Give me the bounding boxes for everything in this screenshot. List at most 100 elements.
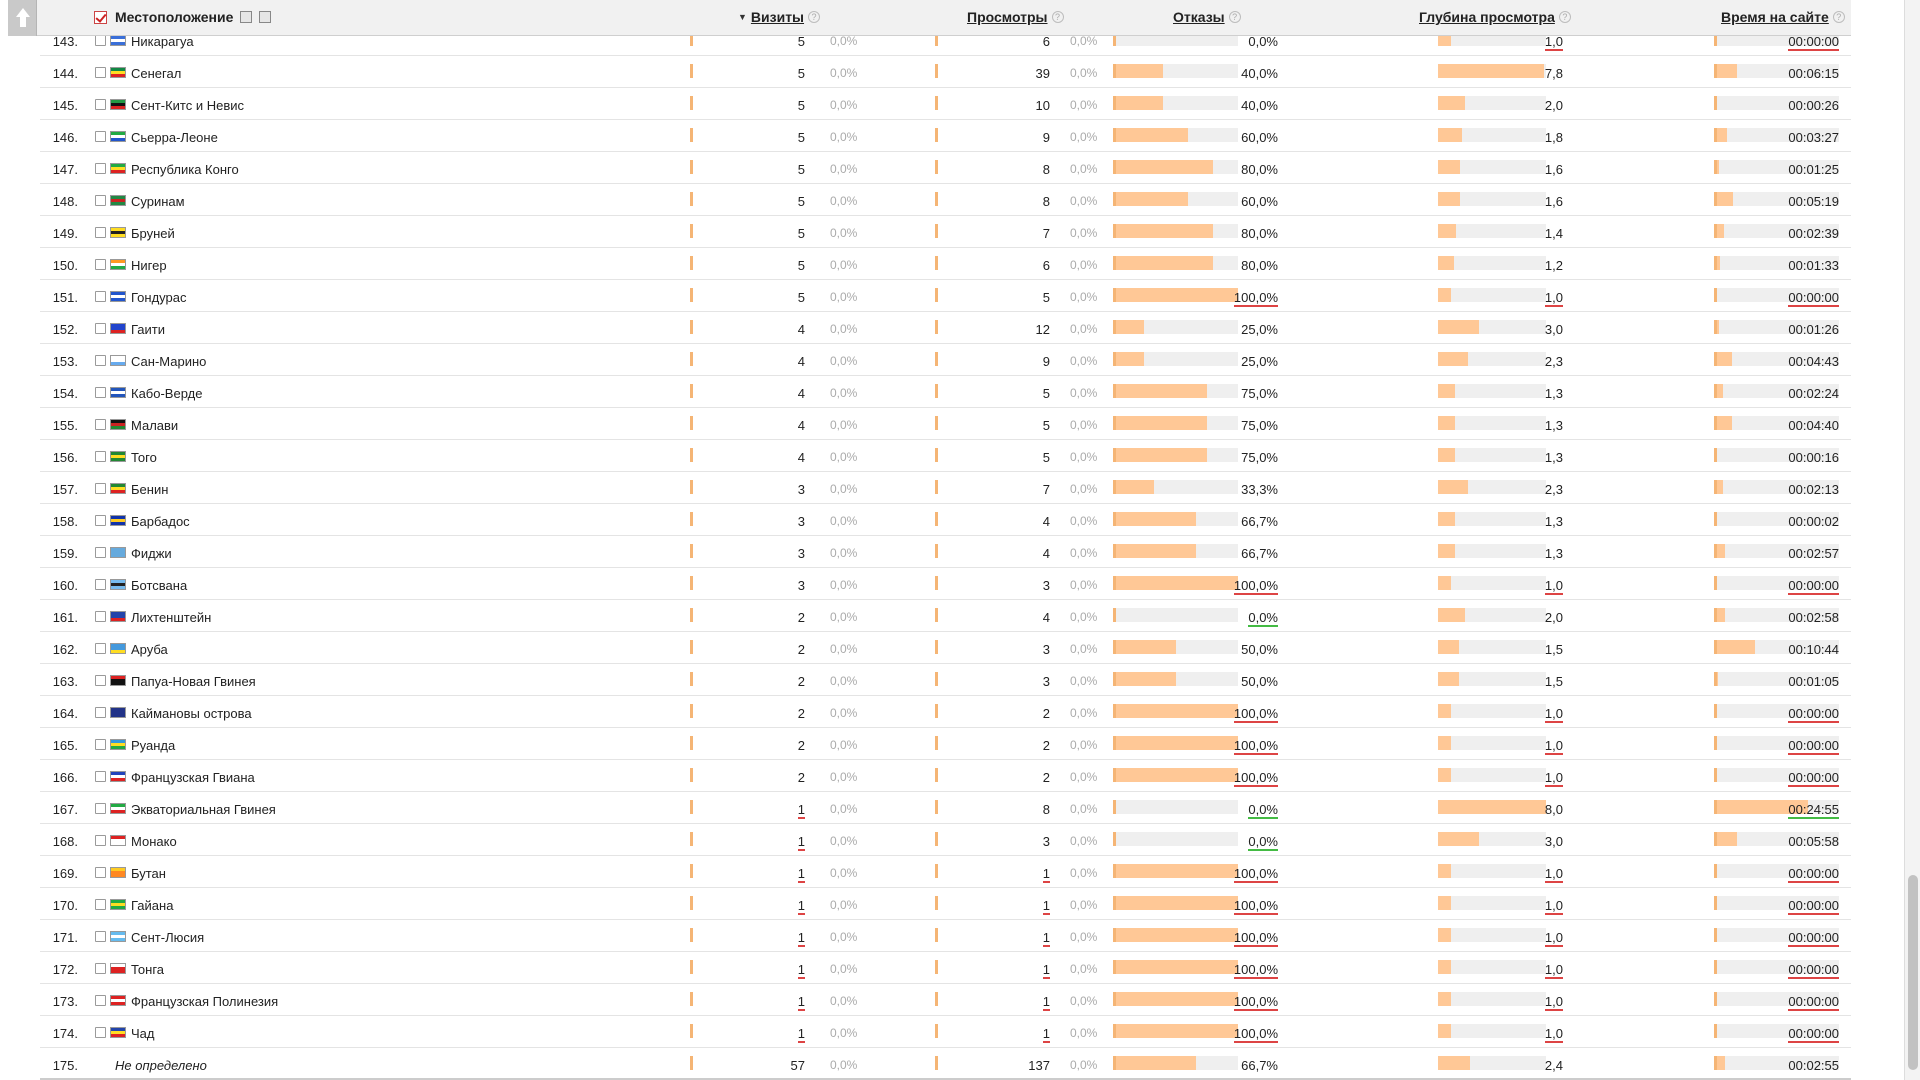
location-name[interactable]: Фиджи (131, 546, 172, 561)
table-row[interactable]: 167. Экваториальная Гвинея 1 0,0% 8 0,0% 0,0% 8… (40, 792, 1851, 824)
sort-depth-link[interactable]: Глубина просмотра (1419, 9, 1555, 25)
table-row[interactable]: 147. Республика Конго 5 0,0% 8 0,0% 80,0% 1,6 00… (40, 152, 1851, 184)
row-checkbox[interactable] (95, 35, 106, 46)
table-row[interactable]: 149. Бруней 5 0,0% 7 0,0% 80,0% 1,4 00:02:39 (40, 216, 1851, 248)
row-checkbox[interactable] (95, 515, 106, 526)
table-row[interactable]: 144. Сенегал 5 0,0% 39 0,0% 40,0% 7,8 00:06:15 (40, 56, 1851, 88)
row-checkbox[interactable] (95, 451, 106, 462)
location-name[interactable]: Республика Конго (131, 162, 239, 177)
location-name[interactable]: Барбадос (131, 514, 190, 529)
location-name[interactable]: Аруба (131, 642, 168, 657)
table-row[interactable]: 175. Не определено 57 0,0% 137 0,0% 66,7% 2,4 00… (40, 1048, 1851, 1080)
location-name[interactable]: Суринам (131, 194, 185, 209)
table-row[interactable]: 160. Ботсвана 3 0,0% 3 0,0% 100,0% 1,0 00:00:00 (40, 568, 1851, 600)
location-name[interactable]: Того (131, 450, 157, 465)
location-name[interactable]: Гондурас (131, 290, 186, 305)
table-row[interactable]: 170. Гайана 1 0,0% 1 0,0% 100,0% 1,0 00:00:00 (40, 888, 1851, 920)
list-icon[interactable] (259, 11, 272, 23)
location-name[interactable]: Малави (131, 418, 178, 433)
row-checkbox[interactable] (95, 707, 106, 718)
location-name[interactable]: Бенин (131, 482, 168, 497)
location-name[interactable]: Лихтенштейн (131, 610, 211, 625)
table-row[interactable]: 169. Бутан 1 0,0% 1 0,0% 100,0% 1,0 00:00:00 (40, 856, 1851, 888)
table-row[interactable]: 146. Сьерра-Леоне 5 0,0% 9 0,0% 60,0% 1,8 00:03:… (40, 120, 1851, 152)
row-checkbox[interactable] (95, 1027, 106, 1038)
sort-time-link[interactable]: Время на сайте (1721, 9, 1829, 25)
vertical-scrollbar[interactable] (1904, 0, 1920, 1080)
group-icon[interactable] (240, 11, 253, 23)
row-checkbox[interactable] (95, 483, 106, 494)
row-checkbox[interactable] (95, 195, 106, 206)
location-name[interactable]: Руанда (131, 738, 175, 753)
row-checkbox[interactable] (95, 675, 106, 686)
row-checkbox[interactable] (95, 643, 106, 654)
location-name[interactable]: Нигер (131, 258, 167, 273)
help-visits-icon[interactable]: ? (808, 11, 821, 23)
location-name[interactable]: Французская Полинезия (131, 994, 278, 1009)
sort-bounce-link[interactable]: Отказы (1173, 9, 1225, 25)
table-row[interactable]: 153. Сан-Марино 4 0,0% 9 0,0% 25,0% 2,3 00:04:43 (40, 344, 1851, 376)
location-name[interactable]: Сент-Люсия (131, 930, 204, 945)
location-name[interactable]: Гаити (131, 322, 165, 337)
location-name[interactable]: Не определено (115, 1058, 207, 1073)
location-name[interactable]: Чад (131, 1026, 154, 1041)
table-row[interactable]: 172. Тонга 1 0,0% 1 0,0% 100,0% 1,0 00:00:00 (40, 952, 1851, 984)
row-checkbox[interactable] (95, 547, 106, 558)
location-name[interactable]: Бруней (131, 226, 175, 241)
row-checkbox[interactable] (95, 803, 106, 814)
scroll-to-top-button[interactable] (8, 0, 37, 36)
location-name[interactable]: Французская Гвиана (131, 770, 255, 785)
table-row[interactable]: 157. Бенин 3 0,0% 7 0,0% 33,3% 2,3 00:02:13 (40, 472, 1851, 504)
row-checkbox[interactable] (95, 227, 106, 238)
table-row[interactable]: 165. Руанда 2 0,0% 2 0,0% 100,0% 1,0 00:00:00 (40, 728, 1851, 760)
table-row[interactable]: 150. Нигер 5 0,0% 6 0,0% 80,0% 1,2 00:01:33 (40, 248, 1851, 280)
table-row[interactable]: 151. Гондурас 5 0,0% 5 0,0% 100,0% 1,0 00:00:00 (40, 280, 1851, 312)
table-row[interactable]: 162. Аруба 2 0,0% 3 0,0% 50,0% 1,5 00:10:44 (40, 632, 1851, 664)
row-checkbox[interactable] (95, 899, 106, 910)
row-checkbox[interactable] (95, 771, 106, 782)
row-checkbox[interactable] (95, 931, 106, 942)
row-checkbox[interactable] (95, 163, 106, 174)
row-checkbox[interactable] (95, 995, 106, 1006)
location-name[interactable]: Никарагуа (131, 34, 194, 49)
help-views-icon[interactable]: ? (1051, 11, 1064, 23)
scrollbar-thumb[interactable] (1908, 875, 1918, 1070)
row-checkbox[interactable] (95, 259, 106, 270)
location-name[interactable]: Сьерра-Леоне (131, 130, 218, 145)
sort-visits-link[interactable]: Визиты (751, 9, 804, 25)
help-bounce-icon[interactable]: ? (1228, 11, 1241, 23)
row-checkbox[interactable] (95, 323, 106, 334)
table-row[interactable]: 155. Малави 4 0,0% 5 0,0% 75,0% 1,3 00:04:40 (40, 408, 1851, 440)
table-row[interactable]: 145. Сент-Китс и Невис 5 0,0% 10 0,0% 40,0% 2,0… (40, 88, 1851, 120)
help-time-icon[interactable]: ? (1832, 11, 1845, 23)
table-row[interactable]: 173. Французская Полинезия 1 0,0% 1 0,0% 100,0… (40, 984, 1851, 1016)
table-row[interactable]: 152. Гаити 4 0,0% 12 0,0% 25,0% 3,0 00:01:26 (40, 312, 1851, 344)
row-checkbox[interactable] (95, 99, 106, 110)
location-name[interactable]: Сенегал (131, 66, 181, 81)
location-name[interactable]: Папуа-Новая Гвинея (131, 674, 256, 689)
table-row[interactable]: 163. Папуа-Новая Гвинея 2 0,0% 3 0,0% 50,0% 1,5… (40, 664, 1851, 696)
help-depth-icon[interactable]: ? (1558, 11, 1571, 23)
table-row[interactable]: 164. Каймановы острова 2 0,0% 2 0,0% 100,0% 1,0… (40, 696, 1851, 728)
sort-views-link[interactable]: Просмотры (967, 9, 1048, 25)
row-checkbox[interactable] (95, 419, 106, 430)
location-name[interactable]: Экваториальная Гвинея (131, 802, 276, 817)
row-checkbox[interactable] (95, 739, 106, 750)
row-checkbox[interactable] (95, 355, 106, 366)
table-row[interactable]: 161. Лихтенштейн 2 0,0% 4 0,0% 0,0% 2,0 00:02:58 (40, 600, 1851, 632)
location-name[interactable]: Сент-Китс и Невис (131, 98, 244, 113)
row-checkbox[interactable] (95, 835, 106, 846)
select-all-checkbox[interactable] (94, 10, 107, 24)
table-row[interactable]: 156. Того 4 0,0% 5 0,0% 75,0% 1,3 00:00:16 (40, 440, 1851, 472)
location-name[interactable]: Сан-Марино (131, 354, 206, 369)
row-checkbox[interactable] (95, 611, 106, 622)
table-row[interactable]: 159. Фиджи 3 0,0% 4 0,0% 66,7% 1,3 00:02:57 (40, 536, 1851, 568)
row-checkbox[interactable] (95, 579, 106, 590)
row-checkbox[interactable] (95, 67, 106, 78)
row-checkbox[interactable] (95, 867, 106, 878)
row-checkbox[interactable] (95, 291, 106, 302)
row-checkbox[interactable] (95, 963, 106, 974)
row-checkbox[interactable] (95, 387, 106, 398)
table-row[interactable]: 166. Французская Гвиана 2 0,0% 2 0,0% 100,0% 1,… (40, 760, 1851, 792)
location-name[interactable]: Монако (131, 834, 177, 849)
